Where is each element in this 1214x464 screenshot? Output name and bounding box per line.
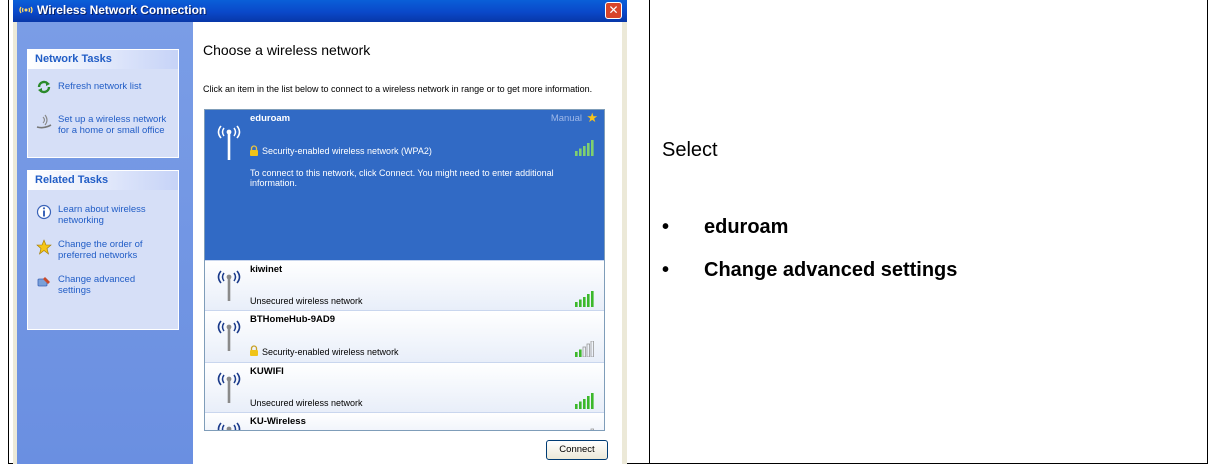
bullet-text: eduroam	[704, 216, 789, 238]
setup-wizard-icon	[36, 114, 52, 129]
setup-wireless-network-label-line1: Set up a wireless network	[58, 114, 167, 125]
network-name: kiwinet	[250, 264, 283, 275]
wireless-icon	[19, 6, 33, 14]
change-advanced-settings-link[interactable]: Change advanced settings	[28, 274, 178, 296]
refresh-icon	[37, 80, 51, 94]
signal-strength-icon	[575, 140, 594, 156]
star-icon	[36, 239, 52, 255]
network-item-kuwifi[interactable]: KUWIFI Unsecured wireless network	[205, 362, 604, 412]
wireless-network-list[interactable]: eduroam Manual ★ Security-enabled wirele…	[204, 109, 605, 431]
antenna-icon	[217, 125, 241, 160]
network-tasks-header: Network Tasks	[28, 50, 178, 69]
info-icon	[36, 204, 52, 220]
network-security: Unsecured wireless network	[250, 296, 363, 306]
window-title: Wireless Network Connection	[37, 3, 207, 17]
change-order-label-line1: Change the order of	[58, 239, 143, 250]
settings-icon	[37, 277, 50, 287]
preferred-star-icon: ★	[586, 111, 598, 126]
bullet-item-change-advanced-settings: • Change advanced settings	[662, 259, 957, 282]
network-item-kiwinet[interactable]: kiwinet Unsecured wireless network	[205, 260, 604, 310]
bullet-glyph: •	[662, 216, 670, 238]
manual-label: Manual	[550, 113, 582, 124]
change-advanced-settings-label-line1: Change advanced	[58, 274, 136, 285]
refresh-network-list-label: Refresh network list	[58, 81, 142, 92]
learn-wireless-label-line2: networking	[58, 215, 104, 226]
network-tasks-box: Network Tasks Refresh network list Set u…	[27, 49, 179, 158]
refresh-network-list-link[interactable]: Refresh network list	[28, 80, 178, 94]
network-item-ku-wireless[interactable]: KU-Wireless	[205, 412, 604, 430]
learn-wireless-label-line1: Learn about wireless	[58, 204, 146, 215]
network-name: KU-Wireless	[250, 416, 306, 427]
antenna-icon	[217, 372, 241, 403]
setup-wireless-network-label-line2: for a home or small office	[58, 125, 165, 136]
connect-button[interactable]: Connect	[546, 440, 608, 460]
signal-strength-icon	[575, 291, 594, 307]
close-button[interactable]: ✕	[605, 2, 622, 19]
bullet-glyph: •	[662, 259, 670, 281]
related-tasks-header: Related Tasks	[28, 171, 178, 190]
network-item-eduroam[interactable]: eduroam Manual ★ Security-enabled wirele…	[205, 110, 604, 260]
antenna-icon	[217, 422, 241, 430]
antenna-icon	[217, 270, 241, 301]
change-order-label-line2: preferred networks	[58, 250, 138, 261]
task-pane: Network Tasks Refresh network list Set u…	[17, 22, 193, 464]
signal-strength-icon	[575, 393, 594, 409]
bullet-item-eduroam: • eduroam	[662, 216, 788, 239]
lock-icon	[250, 345, 258, 356]
network-security: Unsecured wireless network	[250, 398, 363, 408]
connection-note: To connect to this network, click Connec…	[250, 168, 554, 188]
content-pane: Choose a wireless network Click an item …	[193, 22, 622, 464]
wireless-network-window: Wireless Network Connection ✕ Network Ta…	[13, 0, 627, 464]
network-item-bthomehub[interactable]: BTHomeHub-9AD9 Security-enabled wireless…	[205, 310, 604, 362]
network-security: Security-enabled wireless network	[262, 347, 399, 357]
table-cell-divider	[649, 0, 650, 464]
bullet-text: Change advanced settings	[704, 259, 958, 281]
network-name: eduroam	[250, 113, 291, 124]
page-description: Click an item in the list below to conne…	[203, 84, 593, 94]
antenna-icon	[217, 320, 241, 351]
instruction-select-text: Select	[662, 139, 718, 161]
network-name: KUWIFI	[250, 366, 284, 377]
change-advanced-settings-label-line2: settings	[58, 285, 91, 296]
lock-icon	[250, 145, 258, 156]
signal-strength-icon	[575, 341, 594, 357]
page-title: Choose a wireless network	[203, 42, 371, 58]
related-tasks-box: Related Tasks Learn about wireless netwo…	[27, 170, 179, 330]
setup-wireless-network-link[interactable]: Set up a wireless network for a home or …	[28, 114, 178, 136]
change-order-link[interactable]: Change the order of preferred networks	[28, 239, 178, 261]
window-titlebar[interactable]: Wireless Network Connection ✕	[13, 0, 627, 22]
network-security: Security-enabled wireless network (WPA2)	[262, 146, 432, 156]
learn-wireless-link[interactable]: Learn about wireless networking	[28, 204, 178, 226]
network-name: BTHomeHub-9AD9	[250, 314, 335, 325]
signal-strength-icon	[590, 428, 594, 430]
